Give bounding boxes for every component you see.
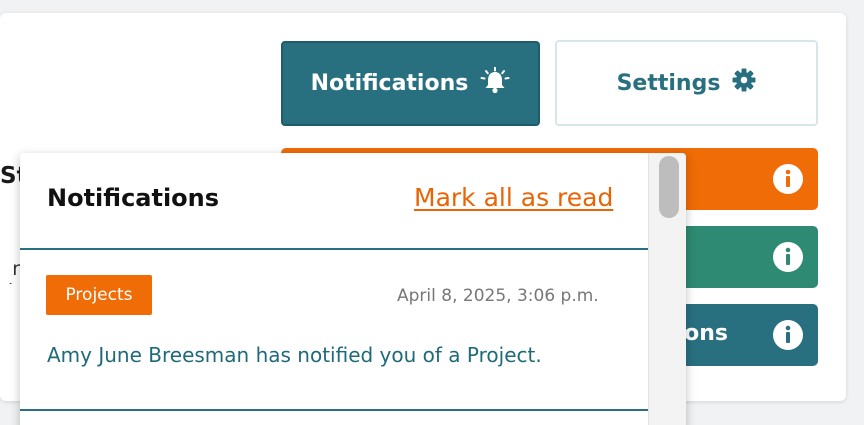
info-icon [772, 163, 804, 201]
category-badge: Projects [46, 275, 152, 315]
bell-ringing-icon [480, 66, 510, 101]
divider [20, 409, 648, 411]
info-icon [772, 319, 804, 357]
info-icon [772, 241, 804, 279]
notification-message-link[interactable]: Amy June Breesman has notified you of a … [47, 343, 542, 367]
scrollbar-track[interactable] [648, 153, 686, 425]
notifications-button-label: Notifications [310, 71, 469, 96]
page-heading-partial: St [0, 163, 20, 189]
divider [20, 248, 648, 250]
mark-all-read-link[interactable]: Mark all as read [414, 183, 613, 212]
settings-button[interactable]: Settings [555, 40, 818, 126]
notification-timestamp: April 8, 2025, 3:06 p.m. [397, 286, 599, 306]
page-text-partial: r h [8, 258, 20, 284]
scrollbar-thumb[interactable] [659, 156, 679, 218]
notifications-button[interactable]: Notifications [281, 41, 540, 126]
notifications-dropdown-panel: Notifications Mark all as read Projects … [20, 153, 686, 425]
settings-button-label: Settings [616, 70, 721, 96]
side-button-label: ons [684, 321, 728, 346]
gear-icon [732, 68, 756, 98]
panel-title: Notifications [47, 184, 220, 212]
